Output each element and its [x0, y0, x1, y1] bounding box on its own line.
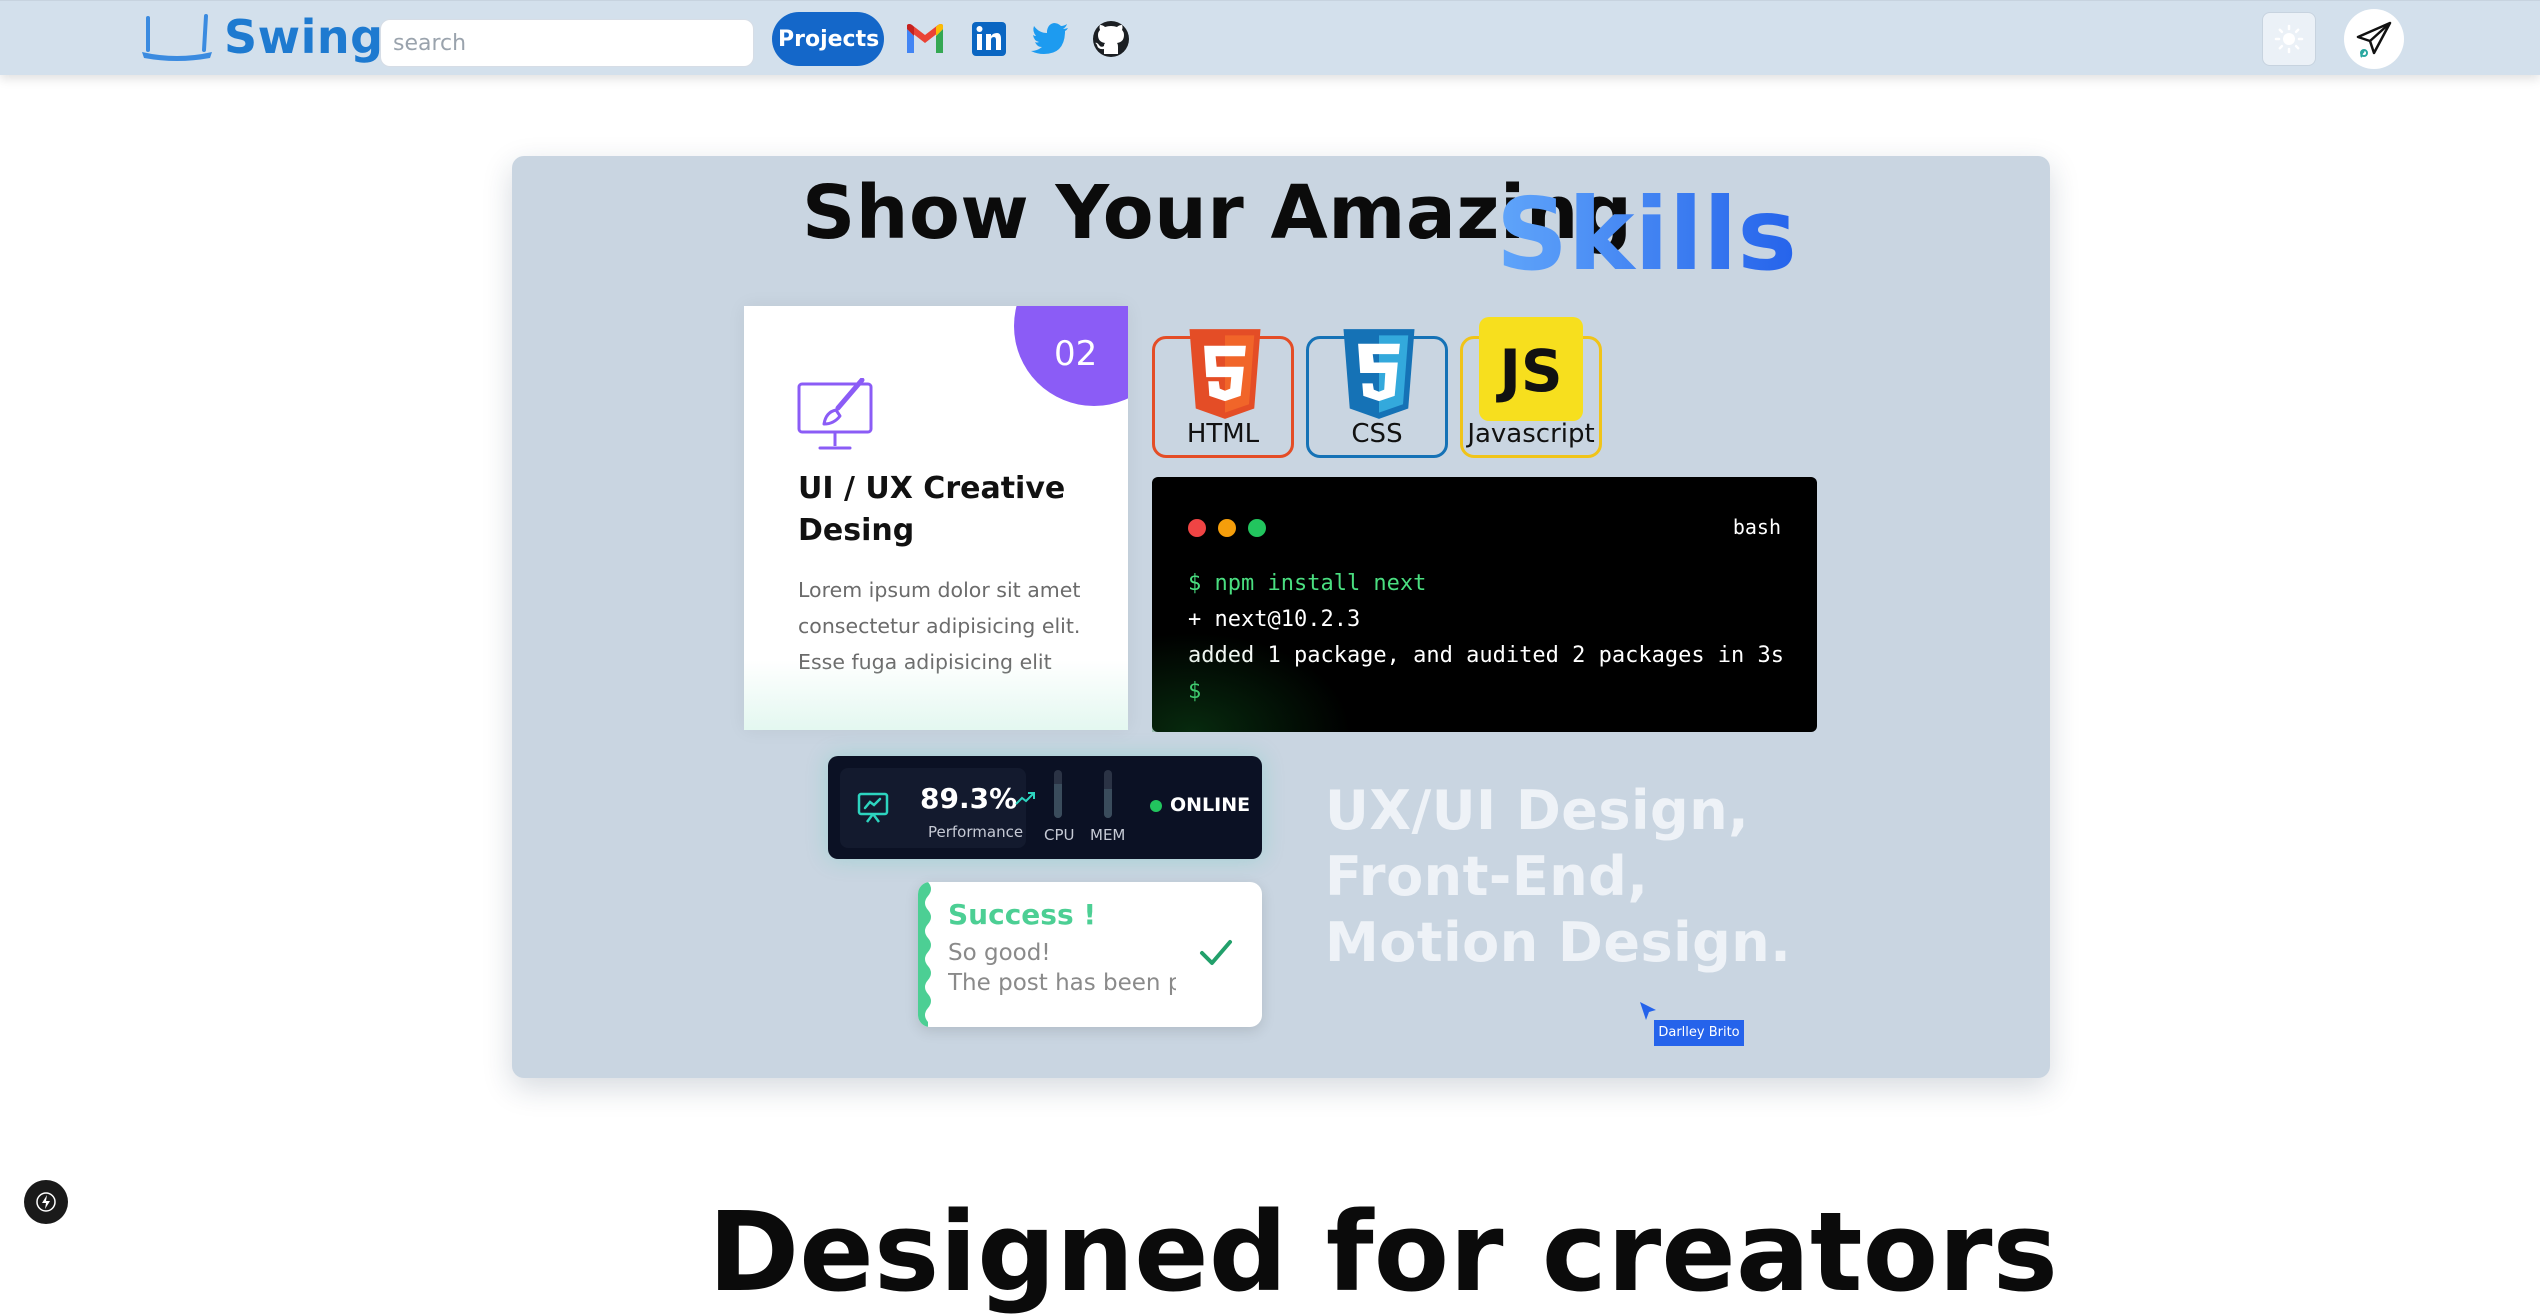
- mem-label: MEM: [1090, 826, 1126, 844]
- projects-button[interactable]: Projects: [772, 12, 884, 66]
- badge-javascript[interactable]: JS Javascript: [1460, 317, 1602, 458]
- performance-value: 89.3%: [920, 782, 1018, 815]
- badge-label: Javascript: [1467, 419, 1595, 449]
- roles-list: UX/UI Design, Front-End, Motion Design.: [1325, 778, 1791, 976]
- top-navbar: Swing Projects: [0, 0, 2540, 75]
- search-input[interactable]: [380, 19, 754, 67]
- performance-panel: 89.3% Performance: [840, 768, 1035, 848]
- success-toast[interactable]: Success ! So good! The post has been pu: [918, 882, 1262, 1027]
- mem-meter: [1104, 770, 1112, 818]
- terminal-line: $ npm install next: [1188, 571, 1427, 596]
- avatar-button[interactable]: [2344, 9, 2404, 69]
- twitter-icon[interactable]: [1030, 19, 1072, 59]
- github-icon[interactable]: [1090, 19, 1132, 59]
- toast-title: Success !: [948, 898, 1097, 931]
- hero-title-accent: Skills: [1496, 176, 1797, 293]
- sun-icon: [2274, 24, 2304, 54]
- monitor-brush-icon: [797, 378, 873, 450]
- trend-up-icon: [1015, 792, 1035, 805]
- terminal-window: bash $ npm install next + next@10.2.3 ad…: [1152, 477, 1817, 732]
- presentation-chart-icon: [857, 792, 889, 823]
- badge-label: CSS: [1351, 419, 1403, 449]
- cpu-label: CPU: [1044, 826, 1075, 844]
- service-card[interactable]: 02 UI / UX Creative Desing Lorem ipsum d…: [744, 306, 1128, 730]
- window-close-dot[interactable]: [1188, 519, 1206, 537]
- html5-icon: [1189, 329, 1261, 419]
- terminal-line: + next@10.2.3: [1188, 607, 1361, 632]
- card-number-badge: 02: [1014, 306, 1128, 406]
- cpu-meter: [1054, 770, 1062, 818]
- paper-plane-icon: [2356, 21, 2392, 58]
- performance-label: Performance: [928, 823, 1024, 841]
- online-status-dot: [1150, 800, 1162, 812]
- online-status-text: ONLINE: [1170, 794, 1251, 816]
- terminal-glow: [1152, 632, 1352, 732]
- badge-label: HTML: [1186, 419, 1260, 449]
- lightning-icon: [36, 1192, 56, 1212]
- section-heading: Designed for creators: [708, 1188, 2058, 1316]
- svg-text:JS: JS: [1495, 337, 1562, 405]
- js-icon: JS: [1479, 317, 1583, 421]
- role-item: Motion Design.: [1325, 911, 1792, 974]
- badge-css[interactable]: CSS: [1306, 329, 1448, 458]
- check-icon: [1200, 940, 1232, 965]
- card-title: UI / UX Creative Desing: [798, 471, 1066, 548]
- terminal-shell-label: bash: [1732, 515, 1781, 539]
- role-item: Front-End,: [1325, 845, 1649, 908]
- toast-message: So good!: [948, 940, 1051, 966]
- brand-name: Swing: [224, 10, 384, 64]
- toast-message-detail: The post has been pu: [948, 970, 1176, 996]
- cursor-pointer-icon: [1640, 1002, 1656, 1020]
- window-maximize-dot[interactable]: [1248, 519, 1266, 537]
- theme-toggle-button[interactable]: [2262, 12, 2316, 66]
- cursor-name-tag: Darlley Brito: [1654, 1020, 1744, 1046]
- card-glow: [744, 660, 1128, 730]
- dev-tools-button[interactable]: [24, 1180, 68, 1224]
- css3-icon: [1343, 329, 1415, 419]
- toast-accent-wave: [918, 882, 931, 1027]
- badge-html[interactable]: HTML: [1152, 329, 1294, 458]
- card-number: 02: [1054, 334, 1098, 374]
- window-minimize-dot[interactable]: [1218, 519, 1236, 537]
- role-item: UX/UI Design,: [1325, 779, 1750, 842]
- brand-logo[interactable]: Swing: [140, 9, 384, 65]
- linkedin-icon[interactable]: [968, 19, 1010, 59]
- router-logo-icon: [142, 14, 212, 61]
- performance-widget: 89.3% Performance CPU MEM ONLINE: [828, 756, 1262, 859]
- gmail-icon[interactable]: [904, 19, 946, 59]
